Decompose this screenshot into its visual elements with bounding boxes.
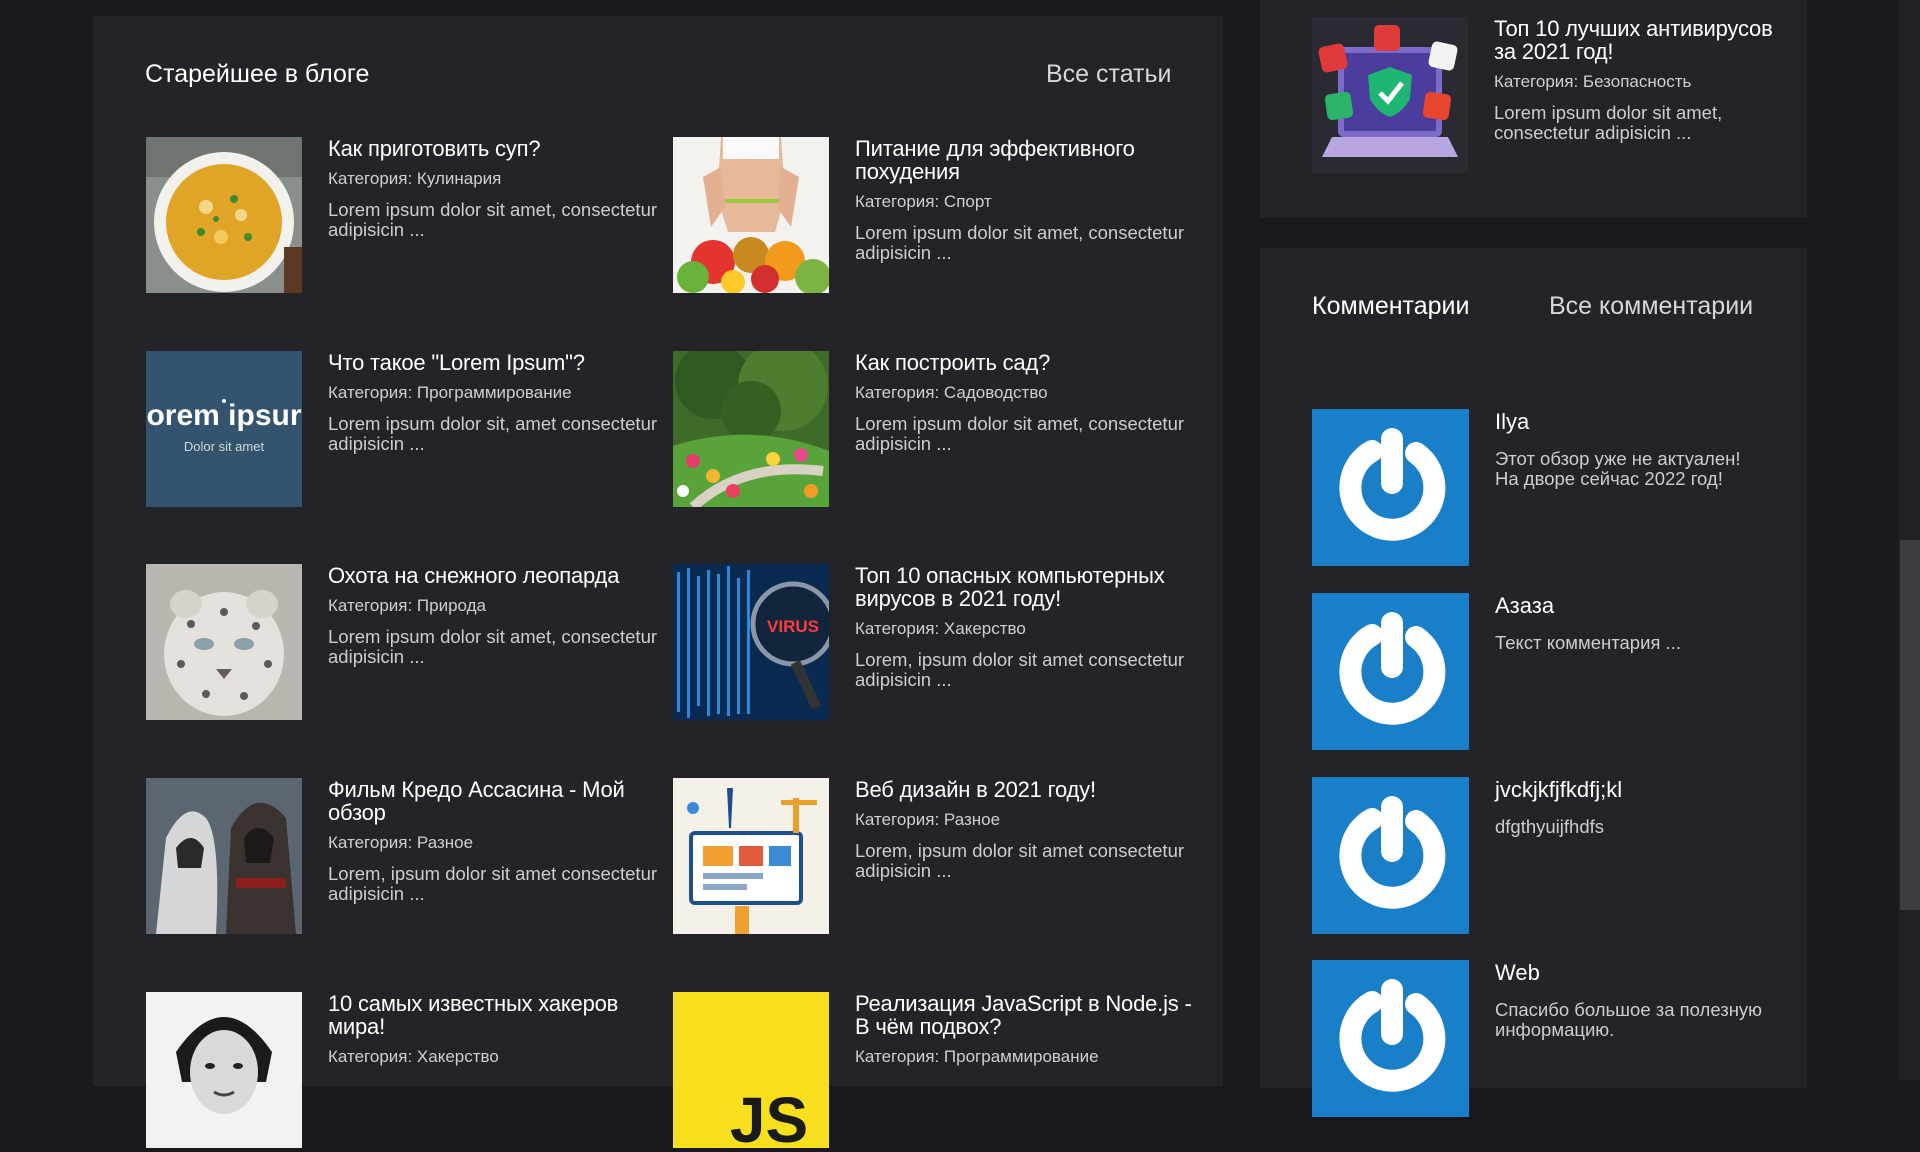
article-category: Категория: Садоводство bbox=[855, 383, 1048, 402]
article-title[interactable]: Как приготовить суп? bbox=[328, 137, 668, 160]
article-card[interactable]: 10 самых известных хакеров мира! Категор… bbox=[146, 992, 671, 1152]
hacker-portrait-thumbnail bbox=[146, 992, 302, 1148]
article-category: Категория: Разное bbox=[328, 833, 474, 852]
avatar bbox=[1312, 777, 1469, 934]
article-title[interactable]: Питание для эффективного похудения bbox=[855, 137, 1195, 183]
article-title[interactable]: Веб дизайн в 2021 году! bbox=[855, 778, 1195, 801]
virus-thumbnail: VIRUS bbox=[673, 564, 829, 720]
comment-author: Web bbox=[1495, 960, 1540, 985]
comment-item[interactable]: Ilya Этот обзор уже не актуален! На двор… bbox=[1312, 409, 1782, 569]
article-title[interactable]: Топ 10 опасных компьютерных вирусов в 20… bbox=[855, 564, 1195, 610]
antivirus-thumbnail bbox=[1312, 17, 1468, 173]
article-category: Категория: Программирование bbox=[328, 383, 572, 402]
sidebar-article-card[interactable]: Топ 10 лучших антивирусов за 2021 год! К… bbox=[1312, 17, 1837, 177]
comment-text: Этот обзор уже не актуален! На дворе сей… bbox=[1495, 448, 1741, 489]
article-card[interactable]: Как приготовить суп? Категория: Кулинари… bbox=[146, 137, 671, 297]
avatar bbox=[1312, 409, 1469, 566]
article-title[interactable]: Фильм Кредо Ассасина - Мой обзор bbox=[328, 778, 668, 824]
lorem-ipsum-thumbnail: orem ipsur Dolor sit amet bbox=[146, 351, 302, 507]
comment-item[interactable]: Азаза Текст комментария ... bbox=[1312, 593, 1782, 753]
oldest-posts-panel: Старейшее в блоге Все статьи Как пригото… bbox=[93, 16, 1223, 1148]
article-title[interactable]: Охота на снежного леопарда bbox=[328, 564, 668, 587]
article-title[interactable]: Что такое "Lorem Ipsum"? bbox=[328, 351, 668, 374]
all-articles-link[interactable]: Все статьи bbox=[1046, 60, 1172, 89]
sidebar-featured-panel: Топ 10 лучших антивирусов за 2021 год! К… bbox=[1260, 0, 1807, 218]
article-card[interactable]: Питание для эффективного похудения Катег… bbox=[673, 137, 1198, 297]
article-excerpt: Lorem, ipsum dolor sit amet consectetur … bbox=[328, 863, 658, 904]
web-design-thumbnail bbox=[673, 778, 829, 934]
article-category: Категория: Спорт bbox=[855, 192, 992, 211]
all-comments-link[interactable]: Все комментарии bbox=[1549, 292, 1753, 321]
comment-item[interactable]: jvckjkfjfkdfj;kl dfgthyuijfhdfs bbox=[1312, 777, 1782, 937]
article-excerpt: Lorem ipsum dolor sit amet, consectetur … bbox=[855, 413, 1185, 454]
comment-text: Текст комментария ... bbox=[1495, 632, 1682, 653]
article-excerpt: Lorem, ipsum dolor sit amet consectetur … bbox=[855, 649, 1185, 690]
sidebar-article-category: Категория: Безопасность bbox=[1494, 72, 1692, 91]
article-excerpt: Lorem ipsum dolor sit amet, consectetur … bbox=[855, 222, 1185, 263]
article-title[interactable]: Реализация JavaScript в Node.js - В чём … bbox=[855, 992, 1195, 1038]
article-category: Категория: Разное bbox=[855, 810, 1001, 829]
section-title: Старейшее в блоге bbox=[145, 60, 370, 88]
article-card[interactable]: orem ipsur Dolor sit amet Что такое "Lor… bbox=[146, 351, 671, 511]
article-excerpt: Lorem ipsum dolor sit, amet consectetur … bbox=[328, 413, 658, 454]
article-category: Категория: Программирование bbox=[855, 1047, 1099, 1066]
garden-thumbnail bbox=[673, 351, 829, 507]
comment-author: Азаза bbox=[1495, 593, 1555, 618]
comment-text: Спасибо большое за полезную информацию. bbox=[1495, 999, 1763, 1040]
diet-thumbnail bbox=[673, 137, 829, 293]
article-title[interactable]: 10 самых известных хакеров мира! bbox=[328, 992, 668, 1038]
article-title[interactable]: Как построить сад? bbox=[855, 351, 1195, 374]
scrollbar-thumb[interactable] bbox=[1900, 540, 1920, 910]
thumb-text: orem ipsur bbox=[146, 399, 301, 432]
comment-text: dfgthyuijfhdfs bbox=[1495, 816, 1605, 837]
article-card[interactable]: Охота на снежного леопарда Категория: Пр… bbox=[146, 564, 671, 724]
sidebar-article-excerpt: Lorem ipsum dolor sit amet, consectetur … bbox=[1494, 102, 1723, 143]
avatar bbox=[1312, 593, 1469, 750]
article-card[interactable]: VIRUS Топ 10 опасных компьютерных вирусо… bbox=[673, 564, 1198, 724]
comments-panel: Комментарии Все комментарии Ilya Этот об… bbox=[1260, 248, 1807, 1117]
sidebar-article-title[interactable]: Топ 10 лучших антивирусов за 2021 год! bbox=[1494, 17, 1774, 63]
article-card[interactable]: Веб дизайн в 2021 году! Категория: Разно… bbox=[673, 778, 1198, 938]
article-card[interactable]: Как построить сад? Категория: Садоводств… bbox=[673, 351, 1198, 511]
article-excerpt: Lorem ipsum dolor sit amet, consectetur … bbox=[328, 199, 658, 240]
article-category: Категория: Хакерство bbox=[328, 1047, 499, 1066]
soup-thumbnail bbox=[146, 137, 302, 293]
comment-item[interactable]: Web Спасибо большое за полезную информац… bbox=[1312, 960, 1782, 1120]
avatar bbox=[1312, 960, 1469, 1117]
article-excerpt: Lorem, ipsum dolor sit amet consectetur … bbox=[855, 840, 1185, 881]
article-category: Категория: Природа bbox=[328, 596, 486, 615]
article-excerpt: Lorem ipsum dolor sit amet, consectetur … bbox=[328, 626, 658, 667]
comments-title: Комментарии bbox=[1312, 292, 1470, 320]
comment-author: Ilya bbox=[1495, 409, 1530, 434]
snow-leopard-thumbnail bbox=[146, 564, 302, 720]
thumb-subtext: Dolor sit amet bbox=[184, 439, 265, 454]
article-card[interactable]: Фильм Кредо Ассасина - Мой обзор Категор… bbox=[146, 778, 671, 938]
article-card[interactable]: JS Реализация JavaScript в Node.js - В ч… bbox=[673, 992, 1198, 1152]
javascript-thumbnail: JS bbox=[673, 992, 829, 1148]
article-category: Категория: Кулинария bbox=[328, 169, 502, 188]
assassins-creed-thumbnail bbox=[146, 778, 302, 934]
article-category: Категория: Хакерство bbox=[855, 619, 1026, 638]
thumb-text: VIRUS bbox=[767, 617, 819, 636]
comment-author: jvckjkfjfkdfj;kl bbox=[1495, 777, 1623, 802]
thumb-text: JS bbox=[730, 1084, 808, 1148]
